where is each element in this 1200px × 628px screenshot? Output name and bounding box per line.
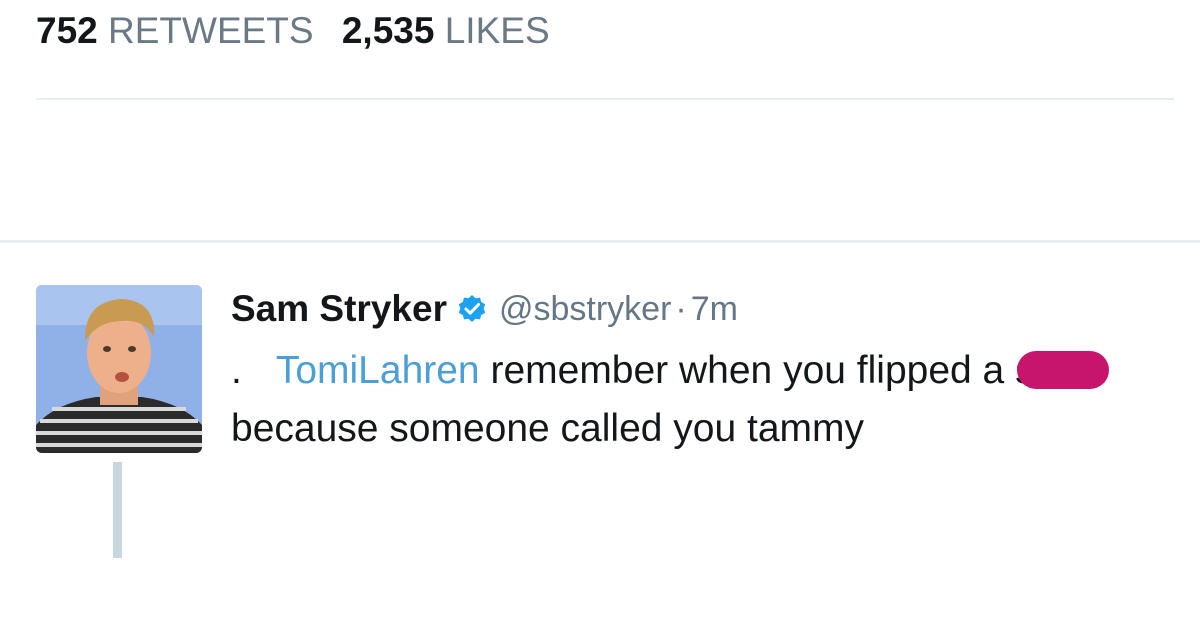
tweet-text-part2: because someone called you tammy [231,407,865,450]
tweet-stats: 752 RETWEETS 2,535 LIKES [36,8,568,54]
tweet-divider [0,240,1200,243]
redaction-mark [1016,350,1109,389]
stats-divider [36,98,1174,100]
avatar[interactable] [36,285,202,453]
author-name[interactable]: Sam Stryker [231,288,447,330]
profile-photo-icon [36,285,202,453]
tweet-text-part1: remember when you flipped a s [479,349,1035,392]
separator-dot: · [675,289,687,328]
tweet-text: . TomiLahren remember when you flipped a … [231,342,1151,458]
thread-line [113,462,122,558]
leading-char: . [231,349,242,392]
likes-label[interactable]: LIKES [445,10,550,51]
likes-count[interactable]: 2,535 [342,10,435,51]
tweet-time[interactable]: 7m [691,290,738,329]
retweets-label[interactable]: RETWEETS [108,10,314,51]
author-handle[interactable]: @sbstryker [499,290,671,329]
mention-link[interactable]: TomiLahren [276,349,480,392]
retweets-count[interactable]: 752 [36,10,98,51]
verified-badge-icon [457,294,487,324]
tweet-header: Sam Stryker @sbstryker · 7m [231,286,738,332]
